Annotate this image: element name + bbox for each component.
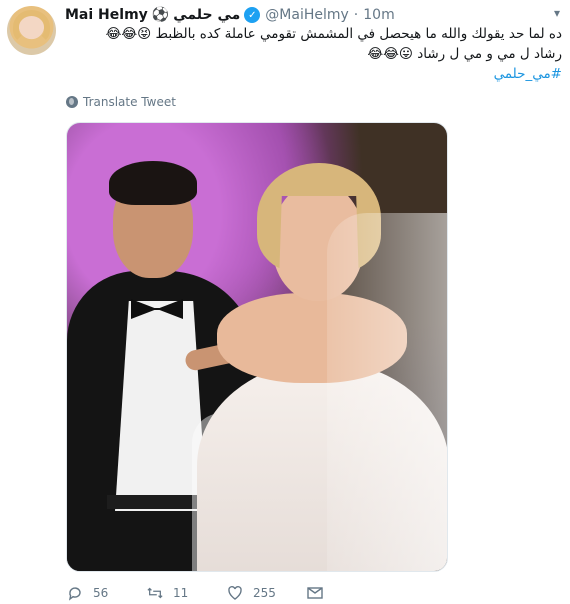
retweet-count: 11	[173, 586, 189, 600]
soccer-ball-emoji: ⚽	[151, 7, 170, 23]
photo-man-hair	[109, 161, 197, 205]
display-name[interactable]: Mai Helmy	[65, 7, 148, 23]
tweet-actions: 56 11 255	[67, 584, 347, 602]
like-button[interactable]: 255	[227, 585, 307, 601]
tweet-text: ده لما حد يقولك والله ما هيحصل في المشمش…	[82, 24, 562, 84]
arabic-name[interactable]: مي حلمي	[173, 7, 240, 23]
reply-icon	[67, 585, 83, 601]
tweet-header: Mai Helmy ⚽ مي حلمي ✓ @MaiHelmy · 10m	[65, 6, 395, 24]
timestamp[interactable]: 10m	[363, 7, 394, 23]
separator-dot: ·	[353, 7, 359, 23]
translate-tweet-link[interactable]: Translate Tweet	[66, 95, 176, 109]
translate-tweet-label: Translate Tweet	[83, 95, 176, 109]
globe-icon	[66, 96, 78, 108]
avatar[interactable]	[7, 6, 56, 55]
tweet-photo[interactable]	[66, 122, 448, 572]
user-handle[interactable]: @MaiHelmy	[265, 7, 349, 23]
retweet-button[interactable]: 11	[147, 585, 227, 601]
like-count: 255	[253, 586, 276, 600]
verified-badge-icon: ✓	[244, 7, 261, 23]
tweet-line-1: ده لما حد يقولك والله ما هيحصل في المشمش…	[105, 26, 562, 42]
reply-count: 56	[93, 586, 109, 600]
reply-button[interactable]: 56	[67, 585, 147, 601]
tweet-line-2: رشاد ل مي و مي ل رشاد 😛😂😂	[367, 46, 562, 62]
direct-message-button[interactable]	[307, 585, 347, 601]
retweet-icon	[147, 585, 163, 601]
chevron-down-icon[interactable]: ▾	[554, 6, 560, 20]
tweet: Mai Helmy ⚽ مي حلمي ✓ @MaiHelmy · 10m ▾ …	[0, 0, 570, 604]
heart-icon	[227, 585, 243, 601]
hashtag-link[interactable]: #مي_حلمي	[82, 64, 562, 84]
envelope-icon	[307, 585, 323, 601]
avatar-hair	[13, 10, 50, 44]
photo-veil	[327, 213, 447, 571]
